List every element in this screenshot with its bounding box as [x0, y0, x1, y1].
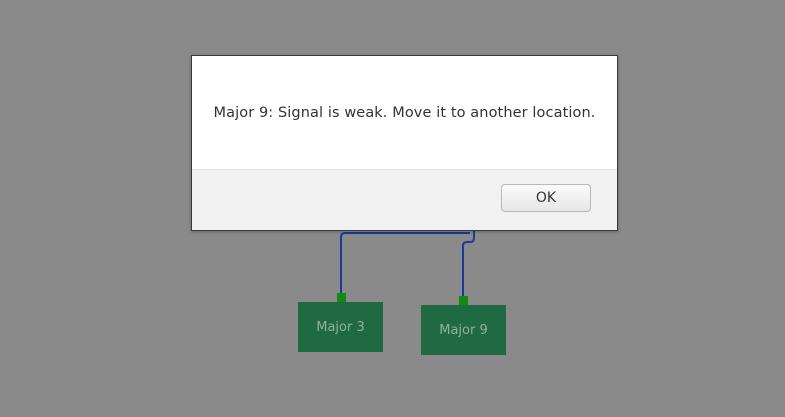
wire-major-3 [340, 232, 470, 295]
node-major-3[interactable]: Major 3 [298, 302, 383, 352]
node-major-3-label: Major 3 [316, 319, 365, 335]
node-major-9[interactable]: Major 9 [421, 305, 506, 355]
node-major-9-port[interactable] [459, 296, 468, 305]
alert-button-bar: OK [192, 169, 617, 230]
ok-button[interactable]: OK [501, 184, 591, 212]
node-major-3-port[interactable] [337, 293, 346, 302]
wire-major-9 [462, 228, 475, 298]
alert-message: Major 9: Signal is weak. Move it to anot… [213, 104, 596, 121]
alert-dialog: Major 9: Signal is weak. Move it to anot… [191, 55, 618, 231]
network-canvas: Major 3 Major 9 Major 9: Signal is weak.… [0, 0, 785, 417]
node-major-9-label: Major 9 [439, 322, 488, 338]
alert-message-area: Major 9: Signal is weak. Move it to anot… [192, 56, 617, 169]
